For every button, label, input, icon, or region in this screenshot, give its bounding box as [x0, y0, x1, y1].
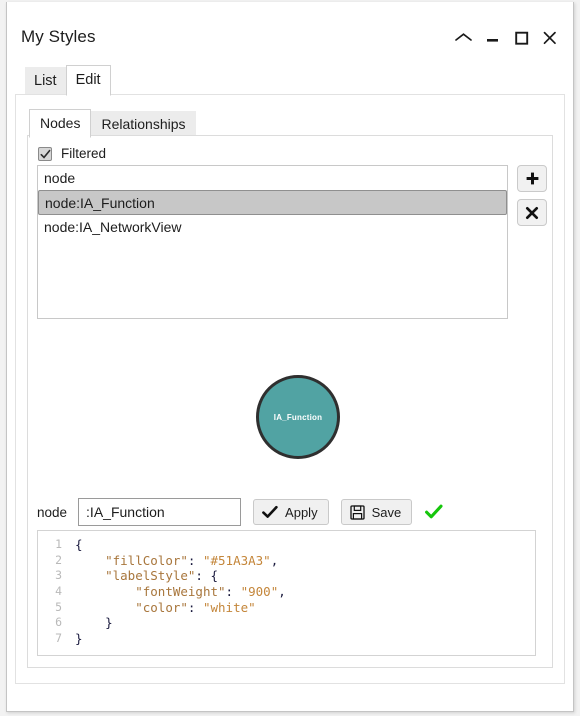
editor-line-number: 3: [55, 568, 62, 583]
apply-button[interactable]: Apply: [253, 499, 329, 525]
floppy-disk-icon: [349, 504, 365, 520]
window-titlebar: My Styles: [7, 7, 573, 55]
close-x-icon: [525, 206, 539, 219]
filtered-checkbox[interactable]: [38, 146, 52, 161]
entity-tabstrip: Nodes Relationships: [29, 109, 549, 138]
selector-prefix-label: node: [37, 504, 68, 520]
tab-edit[interactable]: Edit: [65, 64, 111, 96]
minimize-icon[interactable]: [479, 25, 505, 51]
main-tabstrip: List Edit: [25, 64, 565, 96]
my-styles-window: My Styles List Edit Nodes Relationships …: [6, 2, 574, 712]
close-icon[interactable]: [537, 25, 563, 51]
collapse-icon[interactable]: [450, 25, 476, 51]
editor-code-line: "fontWeight": "900",: [135, 584, 286, 600]
editor-code-line: }: [75, 631, 83, 647]
list-item[interactable]: node: [38, 166, 507, 190]
editor-code-area[interactable]: { "fillColor": "#51A3A3", "labelStyle": …: [64, 531, 535, 655]
save-button[interactable]: Save: [340, 499, 413, 525]
style-json-editor[interactable]: 1234567 { "fillColor": "#51A3A3", "label…: [37, 530, 536, 656]
delete-style-button[interactable]: [517, 199, 547, 226]
window-controls: [450, 25, 563, 51]
editor-line-number: 4: [55, 584, 62, 599]
editor-code-line: "labelStyle": {: [105, 568, 218, 584]
style-selector-list[interactable]: node node:IA_Function node:IA_NetworkVie…: [37, 165, 508, 319]
maximize-icon[interactable]: [508, 25, 534, 51]
editor-line-number: 1: [55, 537, 62, 551]
editor-code-line: {: [75, 537, 83, 552]
list-actions: [517, 165, 547, 226]
plus-icon: [526, 172, 538, 185]
tab-relationships[interactable]: Relationships: [91, 111, 196, 138]
check-icon: [40, 149, 51, 159]
tab-list[interactable]: List: [25, 66, 66, 96]
editor-line-number: 5: [55, 599, 62, 614]
list-item[interactable]: node:IA_Function: [38, 190, 507, 215]
page-title: My Styles: [21, 27, 96, 46]
editor-line-number: 7: [55, 631, 62, 646]
save-button-label: Save: [371, 504, 402, 520]
apply-button-label: Apply: [285, 504, 318, 520]
editor-line-number: 6: [55, 615, 62, 630]
check-icon: [262, 505, 278, 518]
status-ok-icon: [425, 504, 443, 520]
editor-line-number: 2: [55, 552, 62, 567]
list-item[interactable]: node:IA_NetworkView: [38, 215, 507, 239]
preview-node-label: IA_Function: [273, 412, 323, 422]
editor-code-line: }: [75, 615, 113, 631]
add-style-button[interactable]: [517, 165, 547, 192]
selector-input[interactable]: [78, 498, 242, 526]
editor-code-line: "color": "white": [135, 599, 256, 615]
style-editor-toolbar: node Apply Save: [37, 497, 537, 527]
editor-line-numbers: 1234567: [38, 531, 64, 655]
tab-nodes[interactable]: Nodes: [29, 109, 92, 138]
preview-node: IA_Function: [256, 375, 340, 459]
filtered-label: Filtered: [61, 146, 107, 161]
style-preview-canvas: IA_Function: [37, 327, 537, 487]
filtered-row: Filtered: [38, 146, 106, 161]
editor-code-line: "fillColor": "#51A3A3",: [105, 552, 279, 568]
